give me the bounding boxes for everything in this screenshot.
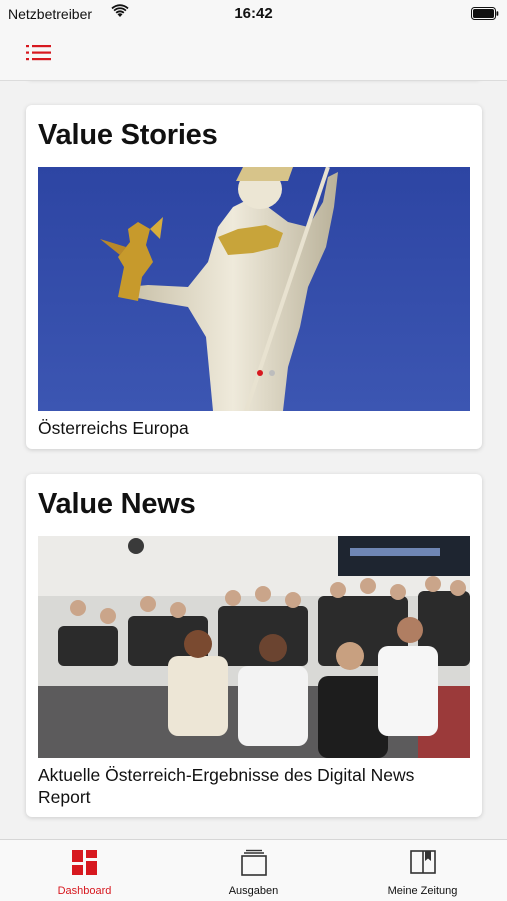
tab-meine-zeitung[interactable]: Meine Zeitung (338, 840, 507, 901)
card-caption: Österreichs Europa (38, 418, 189, 438)
card-title: Value Stories (38, 119, 218, 151)
tab-ausgaben[interactable]: Ausgaben (169, 840, 338, 901)
conference-audience-photo[interactable] (38, 536, 470, 780)
tab-label: Meine Zeitung (387, 885, 458, 897)
dashboard-feed[interactable]: Value Stories Österreichs Europa Value N… (0, 81, 507, 839)
clock: 16:42 (234, 5, 273, 22)
editions-icon (241, 849, 267, 876)
statue-photo[interactable] (38, 167, 470, 411)
tab-dashboard[interactable]: Dashboard (0, 840, 169, 901)
value-stories-card[interactable]: Value Stories Österreichs Europa (26, 105, 482, 449)
navigation-bar (0, 28, 507, 81)
battery-icon (471, 7, 499, 20)
value-news-card[interactable]: Value News Aktuelle Österreich-Ergebniss… (26, 474, 482, 817)
bookmark-book-icon (410, 850, 436, 874)
tab-label: Dashboard (57, 885, 112, 897)
status-bar: Netzbetreiber 16:42 (0, 0, 507, 28)
list-menu-icon[interactable] (24, 40, 54, 66)
card-caption: Aktuelle Österreich-Ergebnisse des Digit… (38, 765, 415, 807)
tab-label: Ausgaben (228, 885, 279, 897)
tab-bar: Dashboard Ausgaben Meine Zeitung (0, 839, 507, 901)
card-title: Value News (38, 488, 196, 520)
dashboard-icon (72, 850, 97, 875)
